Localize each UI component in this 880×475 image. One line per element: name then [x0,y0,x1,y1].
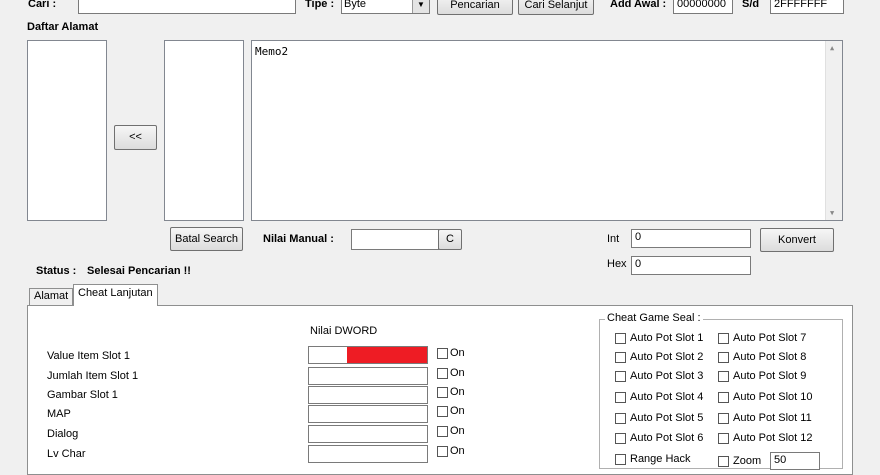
auto-pot-checkbox[interactable] [615,371,626,382]
move-left-button[interactable]: << [114,125,157,150]
range-hack-label: Range Hack [630,453,691,465]
auto-pot-label: Auto Pot Slot 9 [733,370,807,382]
selection-highlight [309,347,347,363]
auto-pot-label: Auto Pot Slot 8 [733,351,807,363]
nilai-dword-header: Nilai DWORD [310,325,378,337]
tipe-select[interactable]: Byte ▼ [341,0,430,14]
auto-pot-label: Auto Pot Slot 6 [630,432,704,444]
row-label: Value Item Slot 1 [47,350,130,362]
add-awal-label: Add Awal : [610,0,667,10]
auto-pot-checkbox[interactable] [615,433,626,444]
auto-pot-checkbox[interactable] [718,392,729,403]
auto-pot-checkbox[interactable] [718,352,729,363]
auto-pot-checkbox[interactable] [718,371,729,382]
row-label: Lv Char [47,448,86,460]
on-label: On [450,405,465,417]
auto-pot-label: Auto Pot Slot 10 [733,391,813,403]
tipe-label: Tipe : [305,0,335,10]
search-input[interactable] [78,0,296,14]
address-list[interactable] [27,40,107,221]
scroll-down-icon[interactable]: ▼ [830,209,834,217]
gambar-slot-input[interactable] [308,386,428,404]
jumlah-item-input[interactable] [308,367,428,385]
batal-search-button[interactable]: Batal Search [170,227,243,251]
on-checkbox[interactable] [437,426,448,437]
on-label: On [450,386,465,398]
auto-pot-label: Auto Pot Slot 4 [630,391,704,403]
auto-pot-label: Auto Pot Slot 11 [733,412,812,424]
int-input[interactable]: 0 [631,229,751,248]
zoom-value: 50 [774,454,787,466]
on-checkbox[interactable] [437,387,448,398]
row-label: Jumlah Item Slot 1 [47,370,139,382]
auto-pot-checkbox[interactable] [718,433,729,444]
game-seal-title: Cheat Game Seal : [605,312,703,324]
auto-pot-label: Auto Pot Slot 5 [630,412,704,424]
on-checkbox[interactable] [437,368,448,379]
auto-pot-checkbox[interactable] [718,413,729,424]
row-label: Gambar Slot 1 [47,389,118,401]
nilai-manual-input[interactable] [351,229,439,250]
on-label: On [450,445,465,457]
status-text: Selesai Pencarian !! [87,265,191,277]
konvert-button[interactable]: Konvert [760,228,834,252]
auto-pot-checkbox[interactable] [615,392,626,403]
memo-text: Memo2 [255,45,289,58]
tipe-select-value: Byte [344,0,367,10]
tab-alamat[interactable]: Alamat [29,288,74,305]
auto-pot-checkbox[interactable] [615,352,626,363]
auto-pot-label: Auto Pot Slot 1 [630,332,704,344]
value-item-input[interactable] [308,346,428,364]
on-checkbox[interactable] [437,406,448,417]
nilai-manual-label: Nilai Manual : [263,233,334,245]
daftar-alamat-title: Daftar Alamat [27,21,99,33]
pencarian-button[interactable]: Pencarian [437,0,513,15]
add-awal-input[interactable]: 00000000 [673,0,733,14]
int-label: Int [607,233,620,245]
dialog-input[interactable] [308,425,428,443]
auto-pot-checkbox[interactable] [615,413,626,424]
auto-pot-checkbox[interactable] [718,333,729,344]
auto-pot-label: Auto Pot Slot 3 [630,370,704,382]
on-checkbox[interactable] [437,348,448,359]
on-label: On [450,425,465,437]
tab-cheat-lanjutan[interactable]: Cheat Lanjutan [73,284,158,306]
hex-input[interactable]: 0 [631,256,751,275]
zoom-label: Zoom [733,455,762,467]
scroll-up-icon[interactable]: ▲ [830,44,834,52]
memo-scrollbar[interactable]: ▲ ▼ [825,41,842,220]
zoom-select[interactable]: 50 [770,452,820,470]
chevron-down-icon[interactable]: ▼ [412,0,429,13]
row-label: MAP [47,408,71,420]
row-label: Dialog [47,428,79,440]
range-hack-checkbox[interactable] [615,454,626,465]
sd-input[interactable]: 2FFFFFFF [770,0,844,14]
status-label: Status : [36,265,77,277]
clear-button[interactable]: C [438,229,462,250]
hex-label: Hex [607,258,627,270]
auto-pot-label: Auto Pot Slot 12 [733,432,813,444]
lv-char-input[interactable] [308,445,428,463]
sd-label: S/d [742,0,760,10]
auto-pot-checkbox[interactable] [615,333,626,344]
result-list[interactable] [164,40,244,221]
cari-label: Cari : [28,0,57,10]
map-input[interactable] [308,405,428,423]
on-checkbox[interactable] [437,446,448,457]
auto-pot-label: Auto Pot Slot 7 [733,332,807,344]
cari-selanjut-button[interactable]: Cari Selanjut [518,0,594,15]
on-label: On [450,367,465,379]
memo-box[interactable]: Memo2 ▲ ▼ [251,40,843,221]
auto-pot-label: Auto Pot Slot 2 [630,351,704,363]
on-label: On [450,347,465,359]
